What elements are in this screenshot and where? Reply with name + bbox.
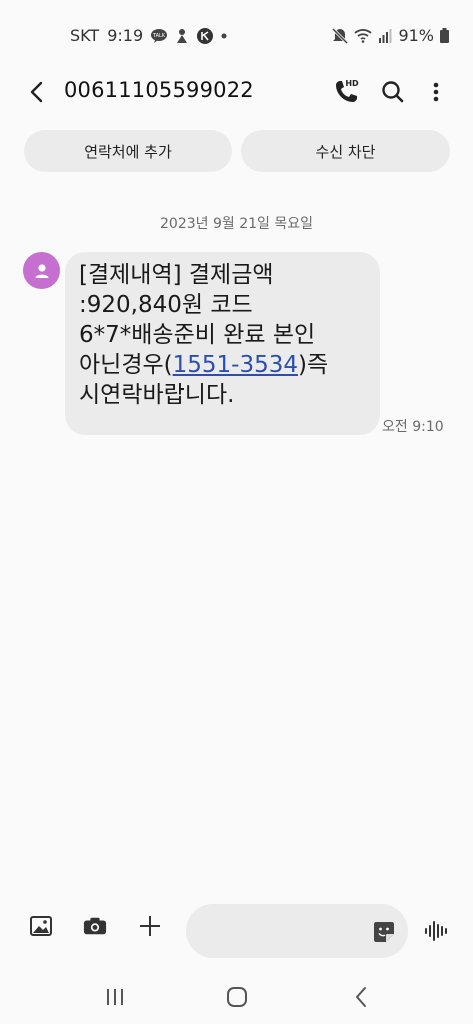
svg-text:HD: HD [345, 79, 359, 88]
hd-call-icon: HD [336, 79, 359, 102]
signal-icon [378, 28, 392, 43]
hd-call-button[interactable]: HD [332, 76, 360, 106]
search-button[interactable] [380, 78, 406, 106]
camera-icon [83, 917, 107, 935]
nav-back-button[interactable] [346, 982, 376, 1012]
message-line: :920,840원 코드 [79, 292, 253, 318]
block-number-button[interactable]: 수신 차단 [241, 130, 450, 172]
composer [0, 900, 473, 964]
svg-text:TALK: TALK [152, 33, 166, 39]
system-navigation-bar [0, 972, 473, 1024]
notification-icon [175, 28, 189, 44]
home-button[interactable] [222, 982, 252, 1012]
back-icon [30, 81, 43, 103]
dot-icon [221, 33, 227, 39]
avatar[interactable] [23, 252, 60, 289]
app-icon [197, 27, 214, 44]
status-right: 91% [332, 26, 449, 45]
mute-icon [332, 27, 349, 44]
camera-button[interactable] [83, 914, 107, 938]
sender-number: 00611105599022 [64, 78, 254, 102]
voice-icon [425, 921, 447, 941]
add-contact-button[interactable]: 연락처에 추가 [24, 130, 232, 172]
battery-percent: 91% [398, 26, 434, 45]
wifi-icon [354, 28, 373, 43]
message-line: [결제내역] 결제금액 [79, 262, 274, 288]
message-text: )즉 [298, 352, 329, 378]
recent-apps-button[interactable] [100, 982, 130, 1012]
plus-icon [140, 916, 160, 936]
message-bubble[interactable]: [결제내역] 결제금액 :920,840원 코드 6*7*배송준비 완료 본인 … [65, 252, 380, 435]
status-bar: SKT 9:19 TALK 91% [0, 0, 473, 72]
date-separator: 2023년 9월 21일 목요일 [160, 216, 313, 232]
status-left: SKT 9:19 TALK [70, 26, 227, 45]
person-icon [35, 263, 48, 278]
phone-link[interactable]: 1551-3534 [173, 352, 298, 378]
voice-button[interactable] [424, 920, 450, 944]
sticker-button[interactable] [372, 920, 396, 944]
gallery-button[interactable] [29, 914, 53, 938]
attach-button[interactable] [138, 914, 162, 938]
back-button[interactable] [24, 78, 48, 106]
chevron-left-icon [356, 987, 366, 1007]
sticker-icon [374, 922, 394, 942]
message-text: 아닌경우( [79, 352, 173, 378]
carrier-label: SKT [70, 26, 100, 45]
more-icon [433, 82, 439, 102]
message-line: 시연락바랍니다. [79, 382, 235, 408]
conversation-header: 00611105599022 HD [0, 72, 473, 112]
talk-icon: TALK [151, 28, 168, 43]
message-line: 6*7*배송준비 완료 본인 [79, 322, 316, 348]
more-options-button[interactable] [428, 78, 444, 106]
message-timestamp: 오전 9:10 [382, 419, 444, 435]
home-icon [227, 987, 247, 1007]
gallery-icon [30, 916, 52, 936]
battery-icon [440, 28, 449, 43]
recent-apps-icon [107, 989, 123, 1005]
search-icon [382, 81, 404, 103]
message-line-with-link: 아닌경우(1551-3534)즉 [79, 350, 368, 380]
status-time: 9:19 [107, 26, 144, 45]
